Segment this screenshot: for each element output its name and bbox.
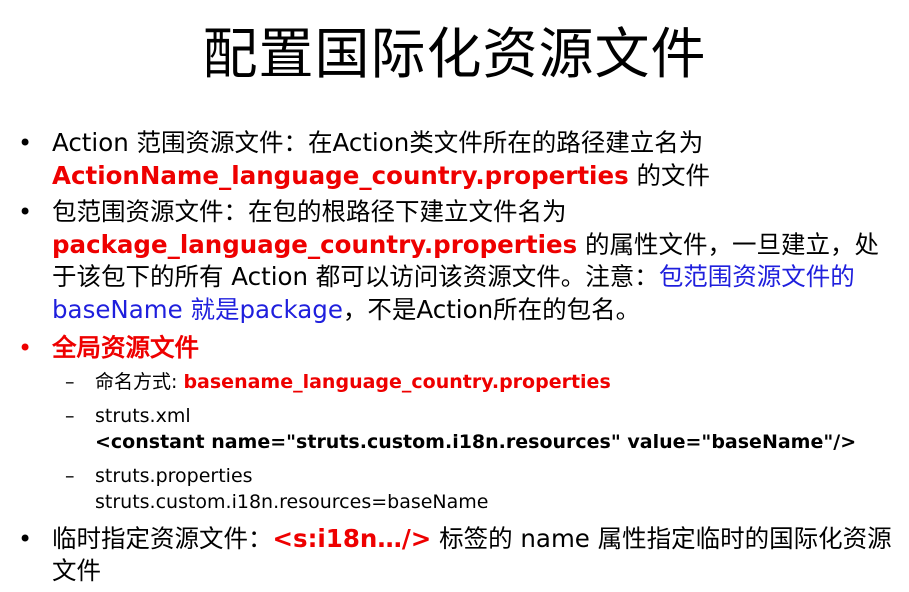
filename-highlight: package_language_country.properties bbox=[52, 229, 578, 259]
tag-highlight: <s:i18n…/> bbox=[272, 523, 432, 553]
dash-icon: – bbox=[65, 370, 75, 393]
item-text: Action 范围资源文件：在Action类文件所在的路径建立名为 bbox=[52, 128, 704, 157]
bullet-item-package-scope: • 包范围资源文件：在包的根路径下建立文件名为 package_language… bbox=[16, 196, 901, 326]
global-heading: 全局资源文件 bbox=[52, 333, 199, 362]
bullet-dot-icon: • bbox=[18, 524, 33, 553]
item-text: 的文件 bbox=[628, 160, 710, 190]
item-text: ，不是Action所在的包名。 bbox=[342, 294, 641, 324]
sub-item-label: 命名方式: bbox=[95, 370, 184, 393]
bullet-item-action-scope: • Action 范围资源文件：在Action类文件所在的路径建立名为 Acti… bbox=[16, 127, 901, 192]
bullet-dot-icon: • bbox=[18, 198, 33, 226]
slide-title: 配置国际化资源文件 bbox=[202, 22, 707, 86]
item-text: 包范围资源文件：在包的根路径下建立文件名为 bbox=[52, 197, 567, 226]
sub-item-code: <constant name="struts.custom.i18n.resou… bbox=[95, 430, 857, 453]
dash-icon: – bbox=[65, 404, 75, 427]
sub-item-label: struts.xml bbox=[95, 404, 191, 427]
sub-item-struts-properties: – struts.properties struts.custom.i18n.r… bbox=[16, 463, 901, 515]
sub-item-value: basename_language_country.properties bbox=[183, 370, 611, 393]
sub-item-naming: – 命名方式: basename_language_country.proper… bbox=[16, 369, 901, 395]
sub-item-label: struts.properties bbox=[95, 464, 253, 487]
sub-item-struts-xml: – struts.xml <constant name="struts.cust… bbox=[16, 403, 901, 455]
bullet-item-global: • 全局资源文件 bbox=[16, 332, 901, 365]
sub-item-code: struts.custom.i18n.resources=baseName bbox=[95, 490, 489, 513]
bullet-dot-icon: • bbox=[18, 334, 33, 362]
bullet-list: • Action 范围资源文件：在Action类文件所在的路径建立名为 Acti… bbox=[16, 127, 901, 588]
filename-highlight: ActionName_language_country.properties bbox=[52, 160, 629, 190]
bullet-dot-icon: • bbox=[18, 129, 33, 157]
dash-icon: – bbox=[65, 464, 75, 487]
item-text: 临时指定资源文件： bbox=[52, 523, 273, 553]
bullet-item-temporary: • 临时指定资源文件：<s:i18n…/> 标签的 name 属性指定临时的国际… bbox=[16, 523, 901, 588]
